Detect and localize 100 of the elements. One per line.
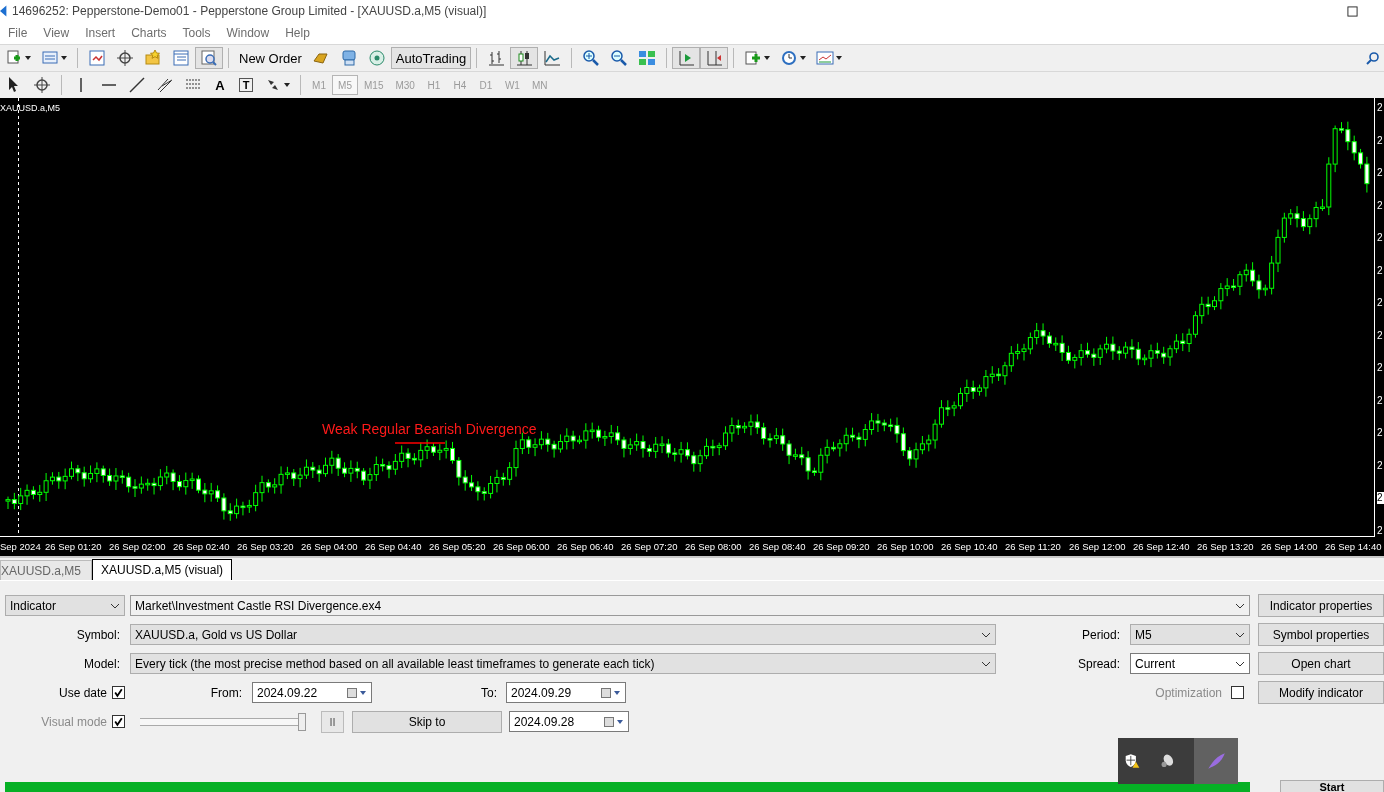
zoom-out-icon[interactable] — [610, 49, 629, 67]
indicator-properties-button[interactable]: Indicator properties — [1258, 594, 1384, 617]
chart-tab[interactable]: XAUUSD.a,M5 (visual) — [92, 559, 233, 580]
text-label-tool[interactable]: T — [236, 75, 256, 95]
toolbar-button[interactable]: New Order — [234, 47, 307, 69]
chevron-icon[interactable] — [1235, 660, 1245, 667]
type-select[interactable]: Indicator — [5, 595, 125, 616]
crosshair-icon[interactable] — [116, 49, 134, 67]
indicators-icon[interactable] — [744, 49, 763, 67]
optimization-checkbox[interactable] — [1231, 686, 1244, 699]
menu-item[interactable]: Help — [277, 26, 318, 40]
app-icon — [0, 5, 8, 17]
time-label: 26 Sep 11:20 — [1004, 540, 1062, 552]
symbol-properties-button[interactable]: Symbol properties — [1258, 623, 1384, 646]
fibo-channel-icon[interactable] — [156, 76, 174, 94]
caret-icon[interactable] — [764, 56, 771, 60]
time-label: 26 Sep 12:40 — [1132, 540, 1191, 552]
caret-icon[interactable] — [25, 56, 31, 60]
price-label: 2 — [1377, 329, 1384, 342]
candle-chart-icon[interactable] — [515, 49, 534, 67]
autoscroll-icon[interactable] — [677, 49, 696, 67]
signal-icon[interactable] — [367, 49, 386, 67]
caret-icon[interactable] — [836, 56, 843, 60]
calendar-icon[interactable] — [604, 716, 624, 727]
from-label: From: — [209, 685, 243, 700]
divergence-line — [394, 442, 446, 444]
bar-chart-icon[interactable] — [487, 49, 506, 67]
menu-item[interactable]: File — [0, 26, 36, 40]
price-label: 2 — [1377, 264, 1384, 277]
chevron-icon[interactable] — [981, 660, 991, 667]
time-label: 26 Sep 13:20 — [1196, 540, 1255, 552]
price-label: 2 — [1377, 394, 1384, 407]
chevron-icon[interactable] — [1235, 602, 1245, 609]
time-label: 26 Sep 08:00 — [684, 540, 743, 552]
calendar-icon[interactable] — [601, 687, 621, 698]
line-chart-icon[interactable] — [543, 49, 562, 67]
model-select[interactable]: Every tick (the most precise method based on all available least timeframes to generate each tick) — [130, 653, 996, 674]
time-label: 26 Sep 14:40 — [1324, 540, 1383, 552]
time-label: 26 Sep 01:20 — [44, 540, 103, 552]
time-label: 26 Sep 08:40 — [748, 540, 807, 552]
toolbar-button[interactable]: AutoTrading — [390, 47, 472, 69]
clock-icon[interactable] — [780, 49, 799, 67]
caret-icon[interactable] — [800, 56, 807, 60]
menu-item[interactable]: Charts — [123, 26, 175, 40]
menu-item[interactable]: View — [35, 26, 78, 40]
price-label: 2 — [1377, 492, 1384, 505]
symbol-label: Symbol: — [75, 627, 121, 642]
time-label: 26 Sep 05:20 — [428, 540, 487, 552]
menu-item[interactable]: Window — [218, 26, 278, 40]
search-icon[interactable] — [1366, 51, 1380, 65]
period-select[interactable]: M5 — [1130, 624, 1250, 645]
indicator-select[interactable]: Market\Investment Castle RSI Divergence.ex4 — [130, 595, 1250, 616]
model-label: Model: — [82, 656, 121, 671]
symbol-select[interactable]: XAUUSD.a, Gold vs US Dollar — [130, 624, 996, 645]
speed-slider-thumb[interactable] — [298, 712, 306, 731]
maximize-icon[interactable] — [1347, 5, 1358, 17]
tile-windows-icon[interactable] — [638, 49, 657, 67]
use-date-checkbox[interactable] — [112, 686, 125, 699]
crosshair-icon[interactable] — [33, 76, 51, 94]
visual-mode-label: Visual mode — [40, 714, 108, 729]
price-label: 2 — [1377, 524, 1384, 537]
time-label: 26 Sep 09:20 — [812, 540, 871, 552]
time-label: 26 Sep 02:40 — [172, 540, 231, 552]
from-date-field[interactable]: 2024.09.22 — [252, 682, 372, 703]
chevron-icon[interactable] — [110, 602, 120, 609]
chart-tab[interactable]: XAUUSD.a,M5 — [0, 560, 93, 580]
tester-icon[interactable] — [200, 49, 218, 67]
chevron-icon[interactable] — [1235, 631, 1245, 638]
window-list-icon[interactable] — [172, 49, 190, 67]
caret-icon[interactable] — [284, 83, 290, 87]
price-label: 2 — [1377, 134, 1384, 147]
time-label: 26 Sep 14:00 — [1260, 540, 1319, 552]
skip-to-button[interactable]: Skip to — [352, 710, 502, 733]
price-label: 2 — [1377, 297, 1384, 310]
open-chart-button[interactable]: Open chart — [1258, 652, 1384, 675]
visual-mode-checkbox[interactable] — [112, 715, 125, 728]
new-chart-icon[interactable] — [5, 49, 23, 67]
star-folder-icon[interactable] — [144, 49, 162, 67]
spread-label: Spread: — [1076, 656, 1121, 671]
calendar-icon[interactable] — [347, 687, 367, 698]
skip-date-field[interactable]: 2024.09.28 — [509, 711, 629, 732]
menu-item[interactable]: Tools — [174, 26, 219, 40]
to-date-field[interactable]: 2024.09.29 — [506, 682, 626, 703]
price-label: 2 — [1377, 102, 1384, 114]
text-tool[interactable]: A — [207, 75, 233, 95]
modify-indicator-button[interactable]: Modify indicator — [1258, 681, 1384, 704]
price-label: 2 — [1377, 232, 1384, 245]
chart-shift-icon[interactable] — [705, 49, 724, 67]
start-button[interactable]: Start — [1280, 780, 1384, 792]
price-label: 2 — [1377, 167, 1384, 180]
trendline-icon[interactable] — [128, 76, 146, 94]
window-title: 14696252: Pepperstone-Demo01 - Pepperstone Group Limited - [XAUUSD.a,M5 (visual)] — [12, 4, 487, 18]
chevron-icon[interactable] — [981, 631, 991, 638]
time-label: 26 Sep 07:20 — [620, 540, 679, 552]
market-watch-icon[interactable] — [88, 49, 106, 67]
caret-icon[interactable] — [61, 56, 67, 60]
menu-item[interactable]: Insert — [77, 26, 124, 40]
time-label: 26 Sep 04:00 — [300, 540, 359, 552]
zoom-in-icon[interactable] — [582, 49, 601, 67]
spread-select[interactable]: Current — [1130, 653, 1250, 674]
